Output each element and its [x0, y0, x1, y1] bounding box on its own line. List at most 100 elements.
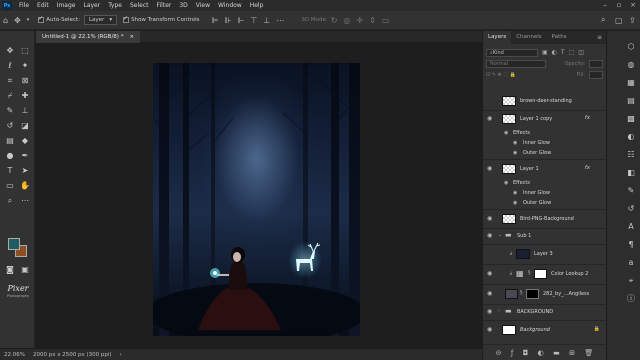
align-right-icon[interactable]: ⊩	[237, 16, 244, 25]
type-filter-icon[interactable]: T	[561, 49, 565, 56]
foreground-color-swatch[interactable]	[8, 238, 20, 250]
minimize-icon[interactable]: –	[598, 0, 612, 11]
dodge-tool-icon[interactable]: ●	[4, 150, 16, 162]
color-icon[interactable]: ◍	[625, 59, 637, 71]
stamp-tool-icon[interactable]: ⊥	[19, 105, 31, 117]
info-icon[interactable]: ⓘ	[625, 293, 637, 305]
eye-icon[interactable]: ◉	[513, 140, 517, 146]
patterns-icon[interactable]: ▩	[625, 113, 637, 125]
chevron-down-icon[interactable]: ▾	[27, 17, 30, 23]
zoom-level[interactable]: 22.06%	[4, 352, 25, 358]
gradients-icon[interactable]: ▤	[625, 95, 637, 107]
zoom-tool-icon[interactable]: ⌕	[4, 195, 16, 207]
properties-icon[interactable]: ☷	[625, 149, 637, 161]
group-row[interactable]: ◉ › ▬ BACKGROUND	[483, 305, 606, 319]
menu-layer[interactable]: Layer	[79, 0, 104, 11]
align-center-icon[interactable]: ⊪	[225, 16, 232, 25]
eye-icon[interactable]: ◉	[487, 308, 492, 315]
align-middle-icon[interactable]: ⊥	[263, 16, 270, 25]
libraries-icon[interactable]: ◧	[625, 167, 637, 179]
layer-row[interactable]: brown-deer-standing	[483, 93, 606, 109]
workspace-icon[interactable]: ▢	[615, 16, 623, 25]
panel-menu-icon[interactable]: ≡	[597, 34, 606, 41]
group-row[interactable]: ◉ ⌄ ▬ Sub 1	[483, 229, 606, 243]
distribute-icon[interactable]: ⋯	[276, 16, 284, 25]
fx-icon[interactable]: fx	[585, 165, 590, 171]
healing-brush-icon[interactable]: ✚	[19, 90, 31, 102]
home-icon[interactable]: ⌂	[3, 16, 8, 25]
blur-tool-icon[interactable]: ◆	[19, 135, 31, 147]
layer-row[interactable]: ◉ ↲ ▦ § Color Lookup 2	[483, 265, 606, 283]
eye-icon[interactable]: ◉	[513, 150, 517, 156]
history-brush-icon[interactable]: ↺	[4, 120, 16, 132]
layer-row[interactable]: ◉ Layer 1 fx	[483, 161, 606, 177]
navigator-icon[interactable]: ⌖	[625, 275, 637, 287]
menu-select[interactable]: Select	[126, 0, 153, 11]
maximize-icon[interactable]: ▫	[612, 0, 626, 11]
brush-settings-icon[interactable]: ✎	[625, 185, 637, 197]
more-tools-icon[interactable]: ⋯	[19, 195, 31, 207]
move-tool-icon[interactable]: ✥	[14, 16, 21, 25]
menu-type[interactable]: Type	[104, 0, 126, 11]
new-group-icon[interactable]: ▬	[553, 349, 560, 357]
rotate-3d-icon[interactable]: ↻	[331, 16, 338, 25]
layer-row[interactable]: ◉ Layer 1 copy fx	[483, 111, 606, 127]
eye-icon[interactable]: ◉	[513, 200, 517, 206]
link-layers-icon[interactable]: ⊝	[496, 349, 502, 357]
history-icon[interactable]: ↺	[625, 203, 637, 215]
fill-field[interactable]	[589, 70, 603, 79]
menu-window[interactable]: Window	[214, 0, 246, 11]
pixel-filter-icon[interactable]: ▣	[542, 49, 548, 56]
share-icon[interactable]: ⇪	[629, 16, 636, 25]
eye-icon[interactable]: ◉	[504, 130, 508, 136]
close-icon[interactable]: ×	[626, 0, 640, 11]
swatches-icon[interactable]: ▦	[625, 77, 637, 89]
align-top-icon[interactable]: ⊤	[250, 16, 257, 25]
slide-3d-icon[interactable]: ⇕	[369, 16, 376, 25]
eye-icon[interactable]: ◉	[487, 290, 492, 297]
effect-row[interactable]: ◉ Outer Glow	[483, 148, 606, 158]
auto-select-checkbox[interactable]	[38, 15, 45, 23]
align-left-icon[interactable]: ⊫	[212, 16, 219, 25]
glyphs-icon[interactable]: a	[625, 257, 637, 269]
layer-row[interactable]: ◉ Background 🔒	[483, 321, 606, 339]
tab-layers[interactable]: Layers	[483, 30, 512, 44]
blend-mode-dropdown[interactable]: Normal	[486, 59, 546, 68]
paragraph-icon[interactable]: ¶	[625, 239, 637, 251]
effect-row[interactable]: ◉ Outer Glow	[483, 198, 606, 208]
effects-row[interactable]: ◉ Effects	[483, 128, 606, 138]
chevron-right-icon[interactable]: ›	[120, 352, 122, 358]
show-transform-checkbox[interactable]	[123, 15, 130, 23]
eraser-tool-icon[interactable]: ◪	[19, 120, 31, 132]
document-info[interactable]: 2000 px x 2500 px (300 ppi)	[33, 352, 112, 358]
eye-icon[interactable]: ◉	[487, 326, 492, 333]
eye-icon[interactable]: ◉	[487, 270, 492, 277]
brush-tool-icon[interactable]: ✎	[4, 105, 16, 117]
frame-tool-icon[interactable]: ⊠	[19, 75, 31, 87]
menu-file[interactable]: File	[15, 0, 33, 11]
new-layer-icon[interactable]: ⊞	[569, 349, 575, 357]
roll-3d-icon[interactable]: ◎	[343, 16, 350, 25]
add-mask-icon[interactable]: ◘	[523, 349, 529, 357]
fx-icon[interactable]: fx	[585, 115, 590, 121]
tab-close-icon[interactable]: ×	[129, 31, 134, 43]
eye-icon[interactable]: ◉	[504, 180, 508, 186]
shape-tool-icon[interactable]: ▭	[4, 180, 16, 192]
magic-wand-icon[interactable]: ✦	[19, 60, 31, 72]
chevron-down-icon[interactable]: ⌄	[498, 232, 502, 238]
menu-3d[interactable]: 3D	[175, 0, 191, 11]
opacity-field[interactable]	[589, 59, 603, 68]
document-tab[interactable]: Untitled-1 @ 22.1% (RGB/8) * ×	[36, 31, 141, 43]
menu-filter[interactable]: Filter	[153, 0, 176, 11]
adjustment-filter-icon[interactable]: ◐	[552, 49, 557, 56]
document-canvas[interactable]	[153, 63, 360, 336]
move-tool-icon[interactable]: ✥	[4, 45, 16, 57]
layer-row[interactable]: ◉ § 282_by_...Angiless	[483, 285, 606, 303]
marquee-tool-icon[interactable]: ⬚	[19, 45, 31, 57]
pen-tool-icon[interactable]: ✒	[19, 150, 31, 162]
menu-edit[interactable]: Edit	[33, 0, 53, 11]
menu-image[interactable]: Image	[53, 0, 80, 11]
chevron-right-icon[interactable]: ›	[498, 308, 500, 314]
menu-view[interactable]: View	[192, 0, 214, 11]
type-tool-icon[interactable]: T	[4, 165, 16, 177]
